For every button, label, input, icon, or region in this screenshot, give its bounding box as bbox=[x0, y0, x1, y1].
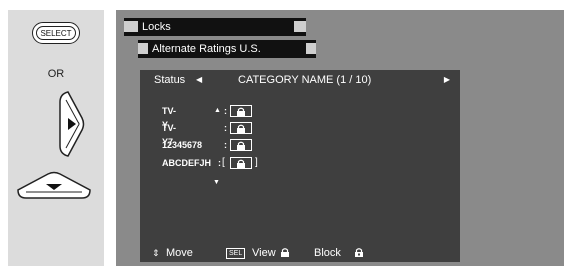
subheader-right-cap bbox=[306, 43, 316, 54]
subheader-left-cap bbox=[138, 43, 148, 54]
right-nav-button[interactable] bbox=[56, 88, 90, 160]
up-arrow-icon: ▲ bbox=[214, 107, 221, 114]
lock-icon bbox=[237, 159, 245, 168]
category-name: CATEGORY NAME (1 / 10) bbox=[238, 74, 372, 86]
or-label: OR bbox=[47, 68, 65, 80]
status-label: Status bbox=[154, 74, 186, 86]
menu-item-alternate-ratings[interactable]: Alternate Ratings U.S. bbox=[138, 40, 316, 58]
header-left-cap bbox=[124, 21, 138, 32]
tv-screen: Locks Alternate Ratings U.S. Status ◀ CA… bbox=[116, 10, 564, 266]
remote-panel: SELECT OR bbox=[8, 10, 104, 266]
separator: : bbox=[224, 123, 227, 133]
block-label: Block bbox=[314, 247, 341, 259]
locks-header-bar: Locks bbox=[124, 18, 306, 36]
scroll-down-arrow-icon: ▼ bbox=[213, 179, 220, 186]
select-button[interactable]: SELECT bbox=[32, 22, 80, 44]
header-right-cap bbox=[294, 21, 306, 32]
lock-toggle[interactable] bbox=[230, 157, 252, 169]
lock-icon bbox=[354, 247, 364, 261]
page-title: Locks bbox=[142, 21, 171, 33]
separator: : bbox=[218, 158, 221, 168]
right-arrow-icon[interactable]: ▶ bbox=[444, 72, 450, 88]
lock-icon bbox=[237, 141, 245, 150]
left-arrow-icon[interactable]: ◀ bbox=[196, 72, 202, 88]
menu-item-label: Alternate Ratings U.S. bbox=[152, 43, 261, 55]
lock-icon bbox=[237, 107, 245, 116]
separator: : bbox=[224, 140, 227, 150]
up-down-arrows-icon: ⇕ bbox=[152, 248, 160, 258]
view-label: View bbox=[252, 247, 276, 259]
rating-label: ABCDEFJH bbox=[162, 158, 212, 168]
unlock-icon bbox=[280, 247, 290, 261]
sel-badge: SEL bbox=[226, 248, 246, 259]
status-row: Status ◀ CATEGORY NAME (1 / 10) ▶ bbox=[154, 72, 450, 88]
lock-icon bbox=[237, 124, 245, 133]
lock-toggle[interactable] bbox=[230, 105, 252, 117]
bracket-left: [ bbox=[222, 157, 225, 168]
lock-toggle[interactable] bbox=[230, 139, 252, 151]
move-label: Move bbox=[166, 247, 193, 259]
bracket-right: ] bbox=[255, 157, 258, 168]
select-button-label: SELECT bbox=[36, 26, 76, 40]
separator: : bbox=[224, 106, 227, 116]
down-nav-button[interactable] bbox=[16, 170, 92, 200]
lock-toggle[interactable] bbox=[230, 122, 252, 134]
rating-label: 12345678 bbox=[162, 140, 203, 150]
ratings-panel: Status ◀ CATEGORY NAME (1 / 10) ▶ TV-Y ▲… bbox=[140, 70, 460, 262]
